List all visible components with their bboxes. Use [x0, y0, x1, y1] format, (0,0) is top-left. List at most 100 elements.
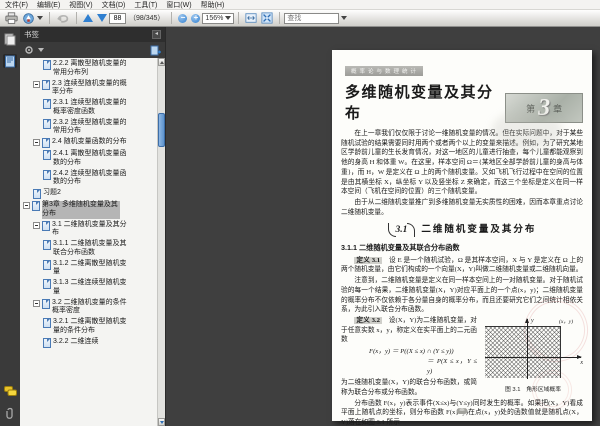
collapse-expander-icon[interactable]	[33, 80, 40, 88]
pdf-reader-window: 文件(F) 编辑(E) 视图(V) 文档(D) 工具(T) 窗口(W) 帮助(H…	[0, 0, 600, 426]
fit-page-button[interactable]	[259, 11, 275, 25]
collapse-expander-icon[interactable]	[33, 299, 40, 307]
bookmark-item[interactable]: 2.3.2 连续型随机变量的常用分布	[20, 118, 157, 138]
bookmark-item[interactable]: 3.2.2 二维连续	[20, 337, 157, 349]
section-title: 二维随机变量及其分布	[421, 225, 537, 236]
bookmark-label: 2.4 随机变量函数的分布	[52, 138, 127, 145]
section-number: 3.1	[388, 225, 416, 235]
menu-help[interactable]: 帮助(H)	[201, 0, 225, 10]
attachments-panel-button[interactable]	[3, 406, 17, 420]
bookmark-item[interactable]: 3.2 二维随机变量的条件概率密度	[20, 298, 157, 318]
bookmarks-panel-button[interactable]	[3, 54, 17, 68]
scroll-up-button[interactable]	[158, 58, 165, 66]
bookmark-item[interactable]: 习题2	[20, 188, 157, 200]
bookmark-label: 2.3 连续型随机变量的概率分布	[52, 79, 127, 96]
bookmark-label: 2.4.1 离散型随机变量函数的分布	[53, 150, 127, 166]
previous-page-button[interactable]	[81, 11, 95, 25]
paperclip-icon	[5, 407, 15, 420]
bookmark-label: 第3章 多维随机变量及其分布	[42, 201, 120, 219]
bookmark-item[interactable]: 3.1 二维随机变量及其分布	[20, 220, 157, 240]
collapse-expander-icon[interactable]	[23, 202, 30, 209]
figure-3-1: (x，y) y x 图 3.1 角形区域概率	[483, 317, 583, 394]
note-paragraph: 注意到，二维随机变量是定义在同一样本空间上的一对随机变量。对于随机试验的每一个结…	[341, 277, 583, 314]
chapter-badge-pre: 第	[526, 103, 536, 114]
toolbar: （98/345） − + 156%	[0, 10, 600, 27]
bookmarks-panel: 书签 ◂ 2.2.2 离散型随机变量的常用分布列 2.3 连续型随机变量的概率分…	[20, 27, 166, 426]
bookmark-item[interactable]: 2.4.2 连续型随机变量函数的分布	[20, 169, 157, 189]
panel-collapse-button[interactable]: ◂	[152, 30, 161, 39]
search-input[interactable]	[284, 12, 340, 24]
intro-paragraph: 在上一章我们仅仅限于讨论一维随机变量的情况。但在实际问题中，对于某些随机试验的结…	[341, 130, 583, 196]
page-number-badge: 88	[456, 408, 468, 414]
zoom-out-button[interactable]: −	[176, 11, 189, 25]
next-page-button[interactable]	[95, 11, 109, 25]
x-axis-label: x	[580, 359, 583, 366]
chapter-badge-post: 章	[553, 103, 563, 114]
bookmark-page-icon	[43, 99, 51, 109]
menu-edit[interactable]: 编辑(E)	[37, 0, 60, 10]
undo-button[interactable]	[54, 11, 72, 25]
arrow-up-icon	[83, 14, 93, 22]
bookmark-options-button[interactable]	[24, 45, 44, 55]
options-gear-icon	[24, 45, 34, 55]
bookmark-item[interactable]: 2.2.2 离散型随机变量的常用分布列	[20, 59, 157, 79]
comments-panel-button[interactable]	[3, 384, 17, 398]
printer-icon	[5, 11, 18, 25]
pages-panel-button[interactable]	[3, 32, 17, 46]
menu-file[interactable]: 文件(F)	[5, 0, 28, 10]
figure-caption: 图 3.1 角形区域概率	[504, 386, 562, 393]
bookmark-item[interactable]: 2.3.1 连续型随机变量的概率密度函数	[20, 98, 157, 118]
bookmark-item[interactable]: 2.4.1 离散型随机变量函数的分布	[20, 149, 157, 169]
menu-tools[interactable]: 工具(T)	[134, 0, 157, 10]
panel-scrollbar[interactable]	[157, 58, 165, 426]
expand-current-bookmark-button[interactable]	[150, 45, 161, 56]
pages-icon	[4, 33, 16, 46]
options-dropdown-arrow-icon	[38, 48, 44, 52]
bookmark-item[interactable]: 3.2.1 二维离散型随机变量的条件分布	[20, 317, 157, 337]
chapter-title: 多维随机变量及其分布	[345, 85, 494, 122]
page-number-input[interactable]	[109, 12, 126, 24]
menu-view[interactable]: 视图(V)	[69, 0, 92, 10]
toolbar-separator	[76, 12, 77, 24]
export-button[interactable]	[20, 11, 45, 25]
fit-width-button[interactable]	[243, 11, 259, 25]
x-axis	[485, 354, 582, 359]
collapse-expander-icon[interactable]	[33, 221, 40, 229]
definition-3-1: 定义 3.1 设 E 是一个随机试验，Ω 是其样本空间，X 与 Y 是定义在 Ω…	[341, 256, 583, 275]
bookmark-page-icon	[43, 169, 51, 180]
zoom-level-select[interactable]: 156%	[202, 12, 235, 24]
bookmark-page-icon	[43, 259, 51, 270]
collapse-expander-icon[interactable]	[33, 139, 40, 146]
bookmark-label: 3.2 二维随机变量的条件概率密度	[52, 298, 127, 315]
bookmark-item[interactable]: 3.1.2 二维离散型随机变量	[20, 259, 157, 279]
search-dropdown-arrow-icon[interactable]	[341, 16, 348, 20]
bookmark-item[interactable]: 3.1.3 二维连续型随机变量	[20, 278, 157, 298]
print-button[interactable]	[3, 11, 20, 25]
bookmark-page-icon	[42, 79, 50, 90]
document-canvas[interactable]: 概率论与数理统计 多维随机变量及其分布 第 3 章 在上一章我们仅仅限于讨论一维…	[166, 27, 600, 426]
point-label: (x，y)	[559, 318, 574, 325]
bookmark-item[interactable]: 2.3 连续型随机变量的概率分布	[20, 79, 157, 99]
undo-icon	[56, 12, 70, 24]
hatched-region	[485, 325, 561, 378]
zoom-in-button[interactable]: +	[189, 11, 202, 25]
scroll-up-icon	[159, 60, 164, 64]
bookmark-page-icon	[43, 118, 51, 129]
bookmark-item[interactable]: 2.4 随机变量函数的分布	[20, 137, 157, 149]
scroll-down-button[interactable]	[158, 418, 165, 426]
menu-bar: 文件(F) 编辑(E) 视图(V) 文档(D) 工具(T) 窗口(W) 帮助(H…	[0, 0, 600, 10]
intro-paragraph-2: 由于从二维随机变量推广到多维随机变量无实质性的困难，因而本章重点讨论二维随机变量…	[341, 199, 583, 216]
bookmark-page-icon	[43, 240, 51, 250]
menu-document[interactable]: 文档(D)	[102, 0, 126, 10]
bookmark-item[interactable]: 3.1.1 二维随机变量及其联合分布函数	[20, 239, 157, 259]
page-count-label: （98/345）	[129, 15, 165, 22]
scroll-down-icon	[159, 420, 164, 424]
scrollbar-thumb[interactable]	[158, 113, 165, 147]
menu-window[interactable]: 窗口(W)	[166, 0, 191, 10]
bookmark-page-icon	[43, 318, 51, 328]
bookmark-label: 3.1.3 二维连续型随机变量	[53, 279, 127, 295]
zoom-level-value: 156%	[205, 14, 224, 22]
bookmark-page-icon	[42, 298, 50, 309]
bookmark-item-current[interactable]: 第3章 多维随机变量及其分布	[20, 200, 157, 220]
bookmarks-panel-header: 书签 ◂	[20, 27, 165, 42]
